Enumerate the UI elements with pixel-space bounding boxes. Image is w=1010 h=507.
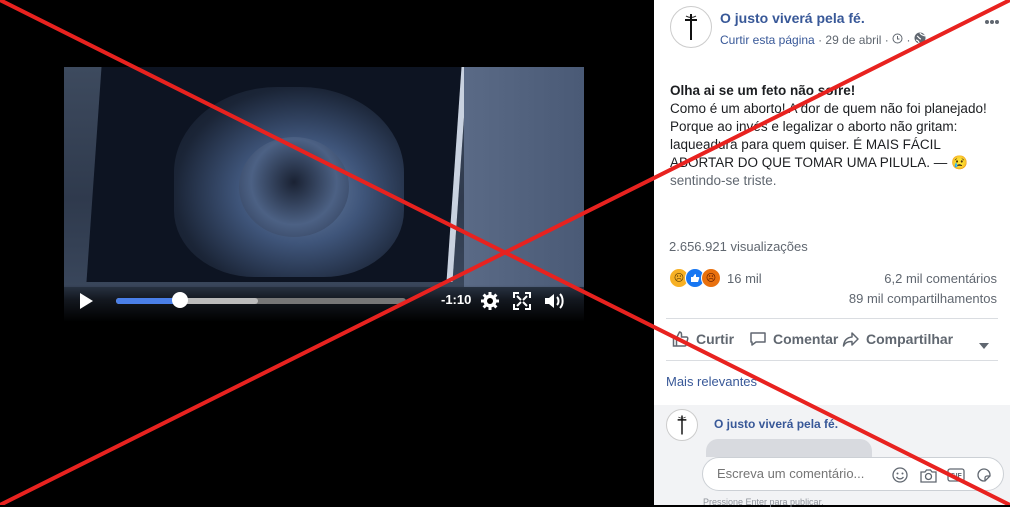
- svg-text:GIF: GIF: [950, 473, 962, 480]
- ultrasound-fetus-image: [239, 137, 349, 237]
- video-frame[interactable]: [64, 67, 584, 322]
- angry-reaction-icon: ☹: [701, 268, 721, 288]
- share-arrow-icon: [842, 332, 859, 347]
- globe-icon: [914, 32, 926, 47]
- emoji-icon[interactable]: [891, 466, 909, 484]
- post-feeling: sentindo-se triste.: [670, 173, 777, 188]
- page-avatar[interactable]: [670, 6, 712, 48]
- post-meta: Curtir esta página · 29 de abril · ·: [720, 32, 926, 47]
- play-button[interactable]: [80, 293, 93, 309]
- share-label: Compartilhar: [866, 331, 954, 347]
- like-label: Curtir: [696, 331, 735, 347]
- comment-input-box[interactable]: GIF: [702, 457, 1004, 491]
- more-options-icon[interactable]: [984, 12, 1000, 30]
- post-date[interactable]: 29 de abril: [825, 33, 881, 47]
- meta-separator: ·: [884, 33, 889, 47]
- fullscreen-icon[interactable]: [510, 289, 534, 313]
- video-controls: -1:10: [64, 285, 584, 322]
- speech-bubble-icon: [750, 332, 766, 346]
- commenter-name[interactable]: O justo viverá pela fé.: [714, 417, 838, 431]
- comment-input[interactable]: [715, 465, 879, 482]
- page-name-link[interactable]: O justo viverá pela fé.: [720, 10, 865, 26]
- ultrasound-side-panel: [464, 67, 584, 287]
- meta-separator: ·: [818, 33, 823, 47]
- share-dropdown-chevron-icon[interactable]: [979, 336, 989, 354]
- share-button[interactable]: Compartilhar: [842, 330, 953, 348]
- progress-played: [116, 298, 180, 304]
- clock-icon: [892, 33, 903, 47]
- shares-count-link[interactable]: 89 mil compartilhamentos: [849, 291, 997, 306]
- enter-to-post-hint: Pressione Enter para publicar.: [703, 497, 824, 507]
- post-panel: O justo viverá pela fé. Curtir esta pági…: [654, 0, 1010, 507]
- volume-icon[interactable]: [542, 289, 566, 313]
- divider: [666, 318, 998, 319]
- video-player-area: -1:10: [0, 0, 654, 505]
- settings-gear-icon[interactable]: [478, 289, 502, 313]
- like-button[interactable]: Curtir: [672, 330, 734, 348]
- comment-bubble: [706, 439, 872, 457]
- post-body: Como é um aborto! A dor de quem não foi …: [670, 101, 987, 170]
- follow-page-link[interactable]: Curtir esta página: [720, 33, 815, 47]
- commenter-avatar[interactable]: [666, 409, 698, 441]
- thumbs-up-icon: [672, 331, 689, 347]
- comment-button[interactable]: Comentar: [749, 330, 838, 348]
- reactions-count: 16 mil: [727, 270, 762, 286]
- progress-scrubber[interactable]: [171, 292, 188, 308]
- divider: [666, 360, 998, 361]
- meta-separator: ·: [906, 33, 911, 47]
- gif-icon[interactable]: GIF: [947, 466, 965, 484]
- post-headline: Olha ai se um feto não sofre!: [670, 83, 856, 98]
- camera-icon[interactable]: [919, 466, 937, 484]
- post-text: Olha ai se um feto não sofre! Como é um …: [670, 82, 1000, 190]
- sticker-icon[interactable]: [975, 466, 993, 484]
- feeling-emoji: 😢: [951, 155, 968, 170]
- comments-section: O justo viverá pela fé. GIF Pressione En…: [654, 405, 1010, 507]
- time-remaining: -1:10: [441, 292, 472, 307]
- comment-label: Comentar: [773, 331, 839, 347]
- reactions-summary[interactable]: ☹ ☹ 16 mil: [669, 268, 762, 288]
- comment-sort-dropdown[interactable]: Mais relevantes: [666, 374, 757, 389]
- view-count: 2.656.921 visualizações: [669, 239, 808, 254]
- comments-count-link[interactable]: 6,2 mil comentários: [884, 271, 997, 286]
